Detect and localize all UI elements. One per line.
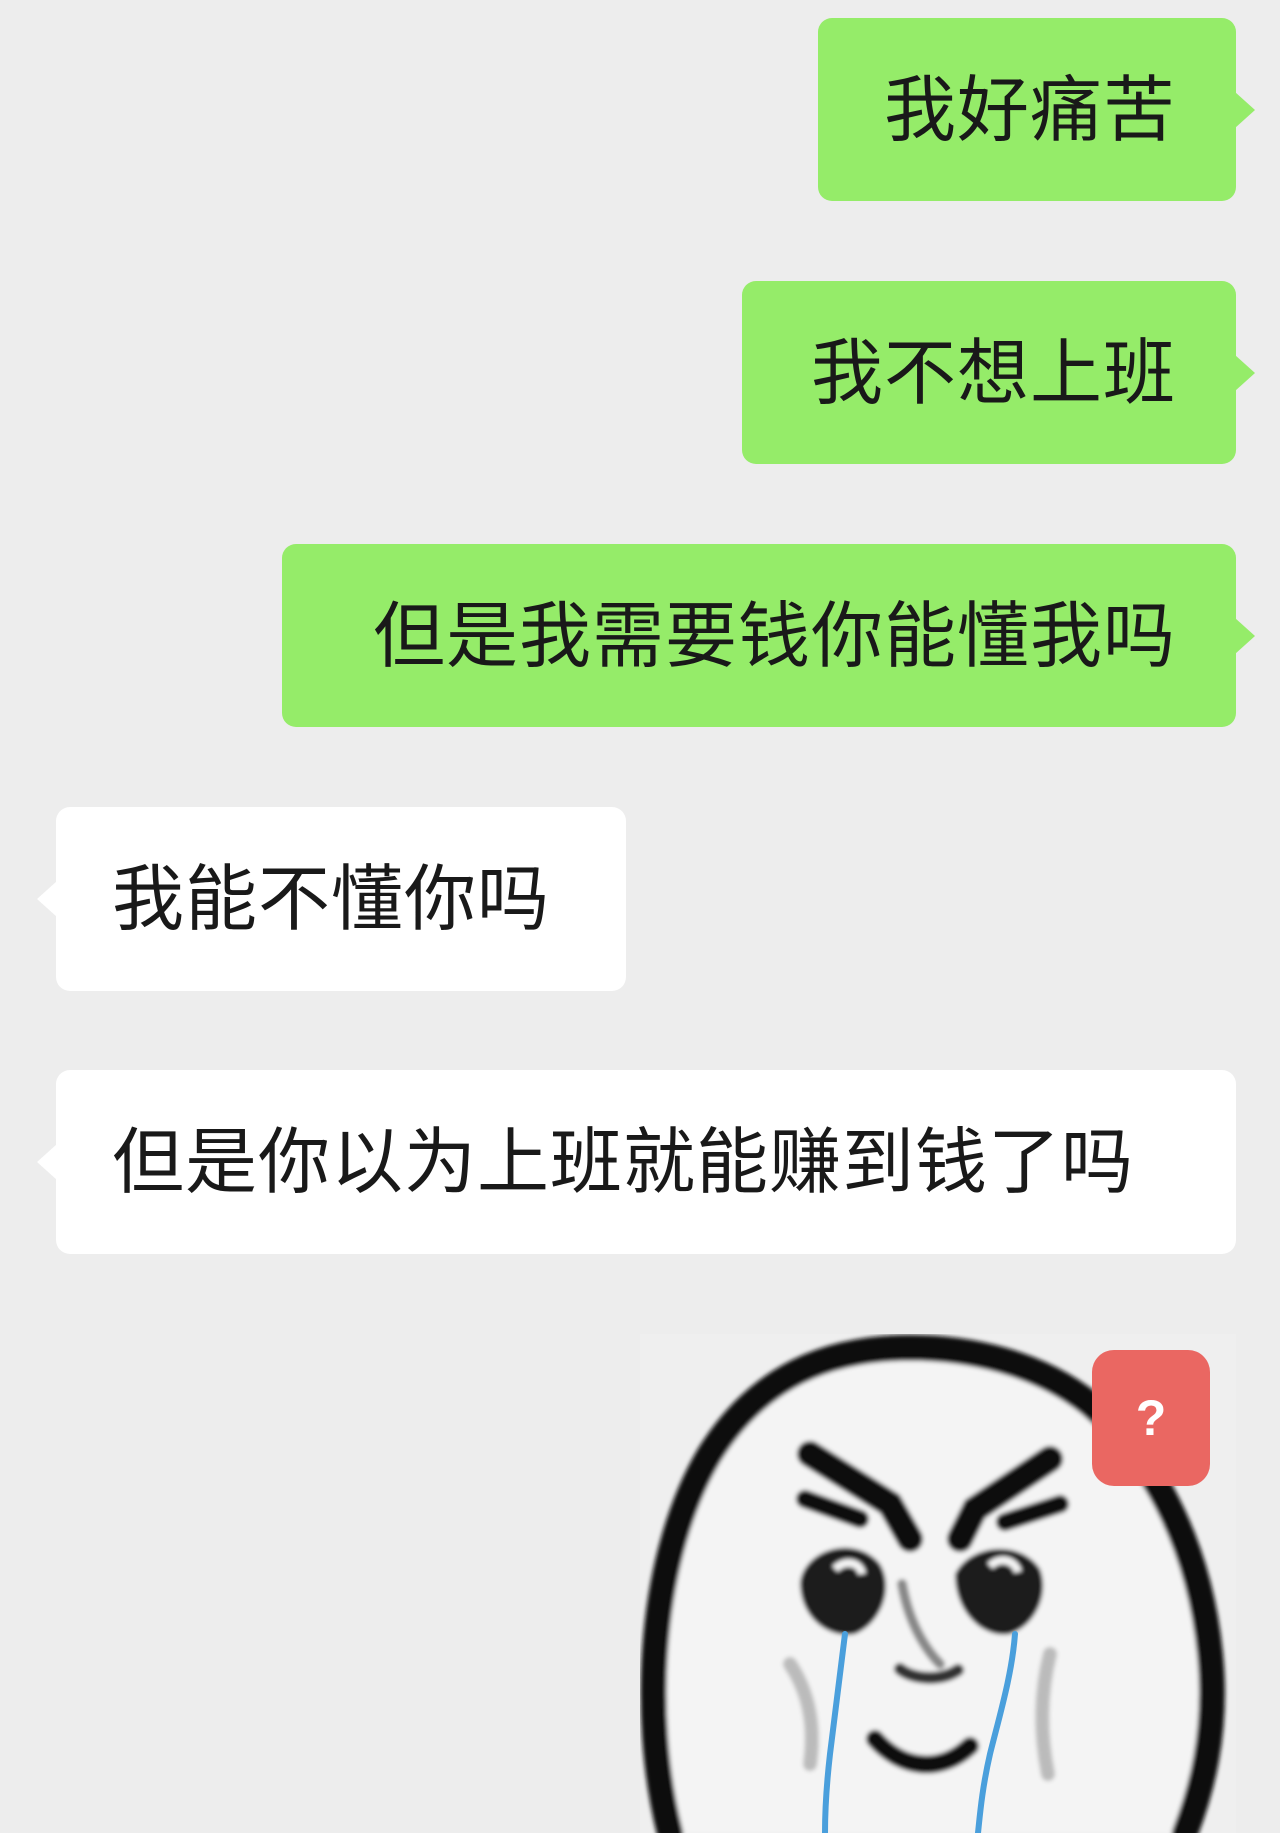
message-bubble-sent[interactable]: 我好痛苦 <box>818 18 1255 201</box>
message-text: 但是你以为上班就能赚到钱了吗 <box>112 1120 1135 1204</box>
message-bubble-sent[interactable]: 但是我需要钱你能懂我吗 <box>282 544 1255 727</box>
message-text: 我不想上班 <box>810 330 1176 415</box>
question-mark-icon: ? <box>1135 1390 1167 1446</box>
message-bubble-received[interactable]: 我能不懂你吗 <box>37 807 626 991</box>
message-text: 我好痛苦 <box>883 67 1176 152</box>
chat-area: 我好痛苦 我不想上班 但是我需要钱你能懂我吗 我能不懂你吗 但是你以为上班就能赚… <box>0 0 1280 1833</box>
message-text: 我能不懂你吗 <box>112 857 551 941</box>
sticker-image[interactable]: ? <box>640 1334 1236 1833</box>
message-bubble-received[interactable]: 但是你以为上班就能赚到钱了吗 <box>37 1070 1236 1254</box>
message-text: 但是我需要钱你能懂我吗 <box>372 593 1176 678</box>
question-badge: ? <box>1092 1350 1210 1486</box>
message-bubble-sent[interactable]: 我不想上班 <box>742 281 1255 464</box>
